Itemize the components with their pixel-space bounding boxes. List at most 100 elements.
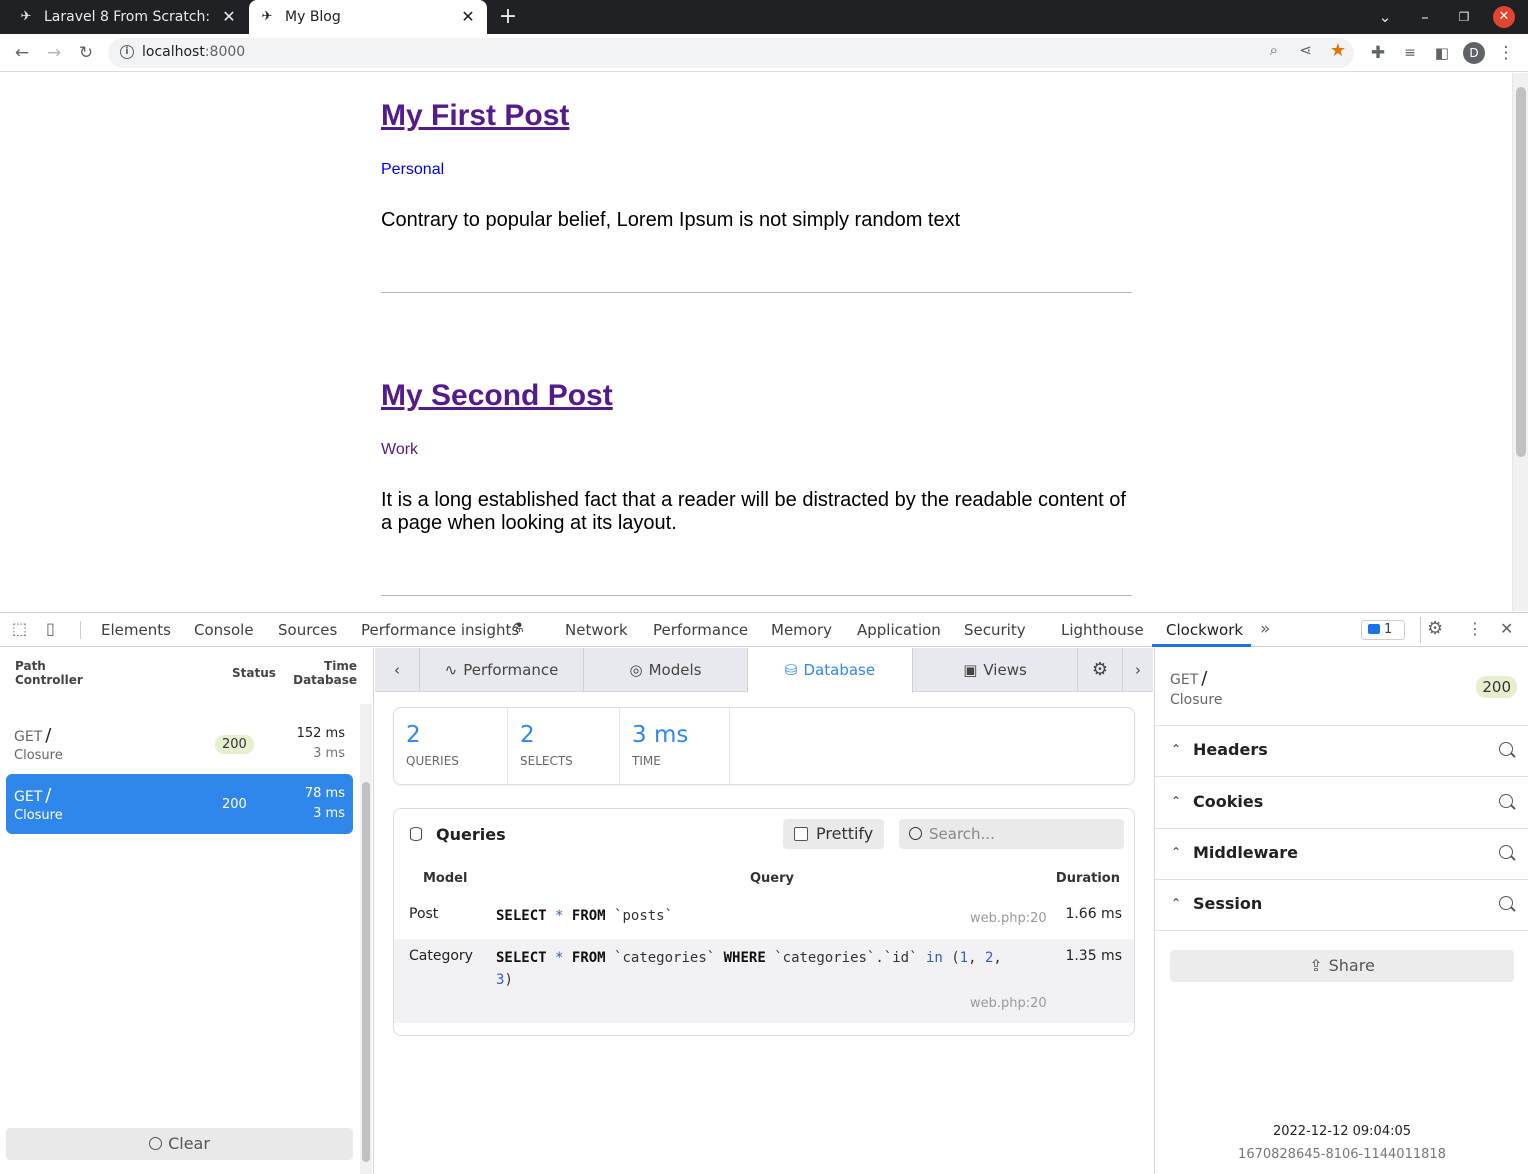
clockwork-tabs: ‹ ∿ Performance ◎ Models ⛁ Database ▣ Views … (375, 648, 1153, 693)
search-icon[interactable] (1499, 742, 1513, 756)
request-time: 78 ms (304, 786, 345, 801)
devtools-tab-security[interactable]: Security (964, 621, 1026, 639)
inspect-element-icon[interactable]: ⬚ (12, 619, 27, 638)
section-cookies[interactable]: ⌃ Cookies (1155, 778, 1528, 829)
devtools-tab-console[interactable]: Console (194, 621, 254, 639)
devtools-menu-icon[interactable]: ⋮ (1467, 619, 1483, 638)
page-scrollbar[interactable] (1512, 73, 1528, 611)
search-input[interactable] (929, 819, 1119, 849)
search-icon[interactable] (1499, 794, 1513, 808)
tab-models[interactable]: ◎ Models (584, 648, 748, 692)
close-tab-icon[interactable]: ✕ (459, 8, 477, 26)
section-middleware[interactable]: ⌃ Middleware (1155, 829, 1528, 880)
close-tab-icon[interactable]: ✕ (220, 8, 238, 26)
tabs-settings-gear-icon[interactable]: ⚙ (1078, 648, 1123, 692)
site-info-icon[interactable]: i (120, 45, 134, 59)
section-session[interactable]: ⌃ Session (1155, 880, 1528, 931)
devtools-tab-application[interactable]: Application (857, 621, 941, 639)
search-icon[interactable] (1499, 845, 1513, 859)
clear-button[interactable]: Clear (6, 1128, 353, 1160)
close-window-icon[interactable]: ✕ (1493, 6, 1515, 28)
new-tab-button[interactable]: + (497, 6, 519, 28)
share-button[interactable]: ⇪ Share (1170, 950, 1514, 982)
more-tabs-chevron-icon[interactable]: » (1260, 619, 1270, 639)
tab-title: Laravel 8 From Scratch: Da (44, 9, 214, 25)
devtools-tab-network[interactable]: Network (565, 621, 628, 639)
issues-message-icon (1368, 624, 1380, 634)
active-tab-indicator (1152, 644, 1251, 647)
browser-tab-my-blog[interactable]: ✈ My Blog ✕ (249, 0, 487, 34)
tab-database[interactable]: ⛁ Database (748, 648, 913, 693)
side-panel-icon[interactable]: ◧ (1430, 41, 1454, 65)
query-model: Category (409, 948, 473, 964)
blog-favicon-icon: ✈ (261, 9, 273, 24)
prettify-toggle[interactable]: Prettify (783, 819, 884, 849)
request-db-time: 3 ms (313, 806, 345, 821)
devtools-tab-sources[interactable]: Sources (278, 621, 337, 639)
media-control-icon[interactable]: ≡ (1398, 41, 1422, 65)
devtools-tab-performance[interactable]: Performance (653, 621, 748, 639)
query-model: Post (409, 906, 439, 922)
issues-badge[interactable]: 1 (1361, 620, 1405, 640)
tabs-prev-chevron-icon[interactable]: ‹ (375, 648, 420, 692)
minimize-window-icon[interactable]: – (1414, 6, 1436, 28)
share-icon[interactable]: ⋖ (1299, 41, 1312, 59)
browser-tab-strip: ✈ Laravel 8 From Scratch: Da ✕ ✈ My Blog… (0, 0, 1528, 34)
post-title-link[interactable]: My First Post (381, 99, 1133, 133)
separator (1420, 617, 1421, 643)
stat-selects: 2 SELECTS (508, 708, 620, 784)
back-arrow-icon[interactable]: ← (10, 41, 34, 65)
request-list-panel: Path Controller Status Time Database GET… (0, 648, 374, 1174)
post-category-link[interactable]: Work (381, 441, 418, 459)
browser-menu-icon[interactable]: ⋮ (1494, 41, 1518, 65)
stat-label: QUERIES (406, 754, 459, 768)
devtools-tab-memory[interactable]: Memory (771, 621, 832, 639)
tab-search-chevron-icon[interactable]: ⌄ (1374, 6, 1396, 28)
devtools-tab-clockwork[interactable]: Clockwork (1166, 621, 1243, 639)
request-row[interactable]: GET / Closure 200 152 ms 3 ms (6, 714, 353, 774)
query-row[interactable]: Post SELECT * FROM `posts` web.php:20 1.… (394, 897, 1134, 939)
prettify-checkbox[interactable] (794, 827, 808, 841)
request-list-scrollbar[interactable] (360, 704, 372, 1174)
scrollbar-thumb[interactable] (362, 782, 370, 1162)
browser-tab-laracasts[interactable]: ✈ Laravel 8 From Scratch: Da ✕ (0, 0, 248, 34)
queries-title: Queries (436, 825, 506, 844)
tabs-next-chevron-icon[interactable]: › (1123, 648, 1153, 692)
zoom-icon[interactable]: ⌕ (1270, 41, 1278, 59)
chevron-up-icon: ⌃ (1171, 896, 1182, 910)
query-source-file[interactable]: web.php:20 (970, 911, 1047, 926)
stat-label: TIME (632, 754, 661, 768)
post-title-link[interactable]: My Second Post (381, 379, 1133, 413)
scrollbar-thumb[interactable] (1516, 87, 1526, 457)
bookmark-star-icon[interactable]: ★ (1330, 40, 1346, 61)
reload-icon[interactable]: ↻ (74, 41, 98, 65)
query-source-file[interactable]: web.php:20 (970, 996, 1047, 1011)
stat-value: 2 (520, 722, 535, 748)
query-search[interactable] (899, 819, 1124, 849)
tab-views[interactable]: ▣ Views (913, 648, 1078, 692)
device-toolbar-icon[interactable]: ▯ (46, 619, 55, 638)
query-sql: SELECT * FROM `posts` (496, 908, 674, 924)
request-controller: Closure (14, 748, 63, 763)
forward-arrow-icon[interactable]: → (42, 41, 66, 65)
devtools-tab-elements[interactable]: Elements (101, 621, 171, 639)
request-row-selected[interactable]: GET / Closure 200 78 ms 3 ms (6, 774, 353, 834)
close-devtools-icon[interactable]: ✕ (1500, 619, 1513, 638)
profile-avatar[interactable]: D (1463, 42, 1485, 64)
address-bar[interactable]: i localhost:8000 ⌕ ⋖ ★ (108, 38, 1354, 68)
section-headers[interactable]: ⌃ Headers (1155, 726, 1528, 777)
tab-performance[interactable]: ∿ Performance (420, 648, 584, 692)
search-icon[interactable] (1499, 896, 1513, 910)
post-divider (381, 292, 1132, 293)
models-circle-icon: ◎ (629, 661, 643, 679)
request-detail-main: ‹ ∿ Performance ◎ Models ⛁ Database ▣ Views … (375, 648, 1153, 1174)
extensions-puzzle-icon[interactable]: ✚ (1366, 41, 1390, 65)
restore-window-icon[interactable]: ❐ (1453, 6, 1475, 28)
experiment-flask-icon: ⚗ (512, 621, 524, 636)
query-row[interactable]: Category SELECT * FROM `categories` WHER… (394, 939, 1134, 1023)
status-badge: 200 (1476, 676, 1517, 698)
post-category-link[interactable]: Personal (381, 161, 444, 179)
devtools-tab-performance-insights[interactable]: Performance insights (361, 621, 519, 639)
settings-gear-icon[interactable]: ⚙ (1427, 618, 1443, 639)
devtools-tab-lighthouse[interactable]: Lighthouse (1061, 621, 1144, 639)
